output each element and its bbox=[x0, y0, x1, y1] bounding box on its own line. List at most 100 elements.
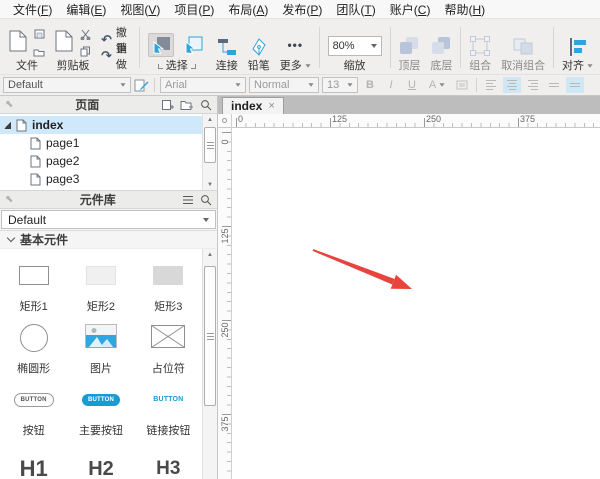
connect-button[interactable]: 连接 bbox=[211, 22, 243, 73]
component-rect1[interactable]: 矩形1 bbox=[0, 253, 67, 315]
file-button[interactable]: 文件 bbox=[4, 22, 50, 73]
component-rect3[interactable]: 矩形3 bbox=[135, 253, 202, 315]
ungroup-button[interactable]: 取消组合 bbox=[496, 22, 550, 73]
select-contain-button[interactable] bbox=[180, 33, 206, 57]
align-text-left-button[interactable] bbox=[482, 77, 500, 93]
scroll-thumb[interactable] bbox=[204, 266, 216, 406]
font-size-select[interactable]: 13 bbox=[322, 77, 358, 93]
redo-button[interactable]: ↷ 重做 bbox=[101, 43, 131, 71]
component-button[interactable]: BUTTON 按钮 bbox=[0, 377, 67, 439]
page-label: page3 bbox=[46, 172, 80, 186]
add-folder-icon[interactable] bbox=[180, 99, 194, 111]
italic-button[interactable]: I bbox=[382, 77, 400, 93]
align-text-middle-button[interactable] bbox=[566, 77, 584, 93]
menu-icon[interactable] bbox=[182, 195, 194, 205]
component-rect2[interactable]: 矩形2 bbox=[67, 253, 134, 315]
page-tree-item-page3[interactable]: page3 bbox=[0, 170, 202, 188]
component-heading[interactable]: H1 bbox=[0, 439, 67, 479]
clipboard-button[interactable]: 剪贴板 bbox=[50, 22, 96, 73]
menu-item[interactable]: 发布(P) bbox=[275, 1, 329, 18]
align-text-right-button[interactable] bbox=[524, 77, 542, 93]
scroll-thumb[interactable] bbox=[204, 127, 216, 163]
font-family-select[interactable]: Arial bbox=[160, 77, 246, 93]
align-button[interactable]: 对齐 bbox=[557, 22, 598, 73]
file-label: 文件 bbox=[16, 60, 38, 72]
group-button[interactable]: 组合 bbox=[464, 22, 496, 73]
font-color-button[interactable]: A bbox=[424, 77, 450, 93]
page-label: index bbox=[32, 118, 64, 132]
send-back-button[interactable]: 底层 bbox=[425, 22, 457, 73]
edit-style-icon[interactable] bbox=[134, 78, 149, 93]
library-scrollbar[interactable]: ▲ bbox=[202, 249, 217, 479]
widget-style-value: Default bbox=[8, 79, 43, 91]
style-toolbar: Default Arial Normal 13 B I U A bbox=[0, 75, 600, 96]
scroll-down-icon[interactable]: ▼ bbox=[207, 179, 213, 190]
collapse-panel-icon[interactable]: ⬉ bbox=[5, 194, 13, 205]
close-tab-icon[interactable]: × bbox=[268, 100, 274, 112]
pencil-button[interactable]: 铅笔 bbox=[243, 22, 275, 73]
rect2-icon bbox=[85, 266, 116, 285]
new-file-icon bbox=[9, 30, 27, 52]
ruler-tick-label: 125 bbox=[220, 228, 230, 244]
add-page-icon[interactable] bbox=[161, 99, 174, 111]
library-select-value: Default bbox=[8, 212, 47, 227]
page-tree-item-page2[interactable]: page2 bbox=[0, 152, 202, 170]
scroll-track[interactable] bbox=[203, 125, 217, 179]
menu-item[interactable]: 团队(T) bbox=[329, 1, 382, 18]
component-placeholder[interactable]: 占位符 bbox=[135, 315, 202, 377]
canvas[interactable] bbox=[232, 128, 600, 479]
line-spacing-icon bbox=[456, 80, 468, 90]
collapse-panel-icon[interactable]: ⬉ bbox=[5, 99, 13, 110]
pencil-icon bbox=[252, 38, 266, 56]
search-icon[interactable] bbox=[200, 194, 212, 206]
library-panel-header: ⬉ 元件库 bbox=[0, 190, 217, 209]
component-heading[interactable]: H3 bbox=[135, 439, 202, 479]
paste-icon bbox=[55, 30, 73, 52]
scroll-track[interactable] bbox=[203, 260, 217, 479]
section-basic-widgets[interactable]: 基本元件 bbox=[0, 231, 217, 249]
bold-button[interactable]: B bbox=[361, 77, 379, 93]
scroll-up-icon[interactable]: ▲ bbox=[207, 114, 213, 125]
component-image[interactable]: 图片 bbox=[67, 315, 134, 377]
component-ellipse[interactable]: 椭圆形 bbox=[0, 315, 67, 377]
scroll-up-icon[interactable]: ▲ bbox=[207, 249, 213, 260]
menu-item[interactable]: 视图(V) bbox=[113, 1, 167, 18]
menu-item[interactable]: 编辑(E) bbox=[59, 1, 113, 18]
underline-button[interactable]: U bbox=[403, 77, 421, 93]
align-text-center-button[interactable] bbox=[503, 77, 521, 93]
page-tree-item-index[interactable]: index bbox=[0, 116, 202, 134]
page-tree-item-page1[interactable]: page1 bbox=[0, 134, 202, 152]
select-intersect-button[interactable] bbox=[147, 33, 174, 57]
thumb-grip-icon bbox=[206, 141, 214, 149]
zoom-select[interactable]: 80% bbox=[327, 36, 382, 56]
pages-body: index page1 page2 page3 ▲ ▼ bbox=[0, 114, 217, 190]
pages-scrollbar[interactable]: ▲ ▼ bbox=[202, 114, 217, 190]
menu-item[interactable]: 文件(F) bbox=[6, 1, 59, 18]
left-panel: ⬉ 页面 index page1 page2 page3 ▲ ▼ ⬉ 元件库 D… bbox=[0, 96, 218, 479]
toolbar-separator bbox=[318, 27, 320, 68]
primary-button-icon: BUTTON bbox=[81, 393, 121, 406]
ruler-origin-icon bbox=[222, 118, 227, 123]
more-button[interactable]: ••• 更多 bbox=[275, 22, 316, 73]
caret-down-icon bbox=[308, 83, 314, 87]
menu-item[interactable]: 项目(P) bbox=[167, 1, 221, 18]
search-icon[interactable] bbox=[200, 99, 212, 111]
caret-down-icon bbox=[370, 44, 377, 48]
send-back-icon bbox=[432, 37, 451, 54]
component-primary-button[interactable]: BUTTON 主要按钮 bbox=[67, 377, 134, 439]
tab-index[interactable]: index × bbox=[222, 97, 284, 114]
heading-icon: H2 bbox=[88, 457, 114, 479]
font-weight-select[interactable]: Normal bbox=[249, 77, 319, 93]
widget-style-select[interactable]: Default bbox=[3, 77, 131, 93]
menu-item[interactable]: 布局(A) bbox=[221, 1, 275, 18]
component-heading[interactable]: H2 bbox=[67, 439, 134, 479]
menu-item[interactable]: 帮助(H) bbox=[437, 1, 492, 18]
menu-item[interactable]: 账户(C) bbox=[383, 1, 438, 18]
tree-expand-icon[interactable] bbox=[4, 121, 11, 129]
component-link-button[interactable]: BUTTON 链接按钮 bbox=[135, 377, 202, 439]
bring-front-button[interactable]: 顶层 bbox=[393, 22, 425, 73]
align-text-top-button[interactable] bbox=[545, 77, 563, 93]
line-spacing-button[interactable] bbox=[453, 77, 471, 93]
align-label: 对齐 bbox=[562, 60, 584, 72]
library-select[interactable]: Default bbox=[1, 210, 216, 229]
